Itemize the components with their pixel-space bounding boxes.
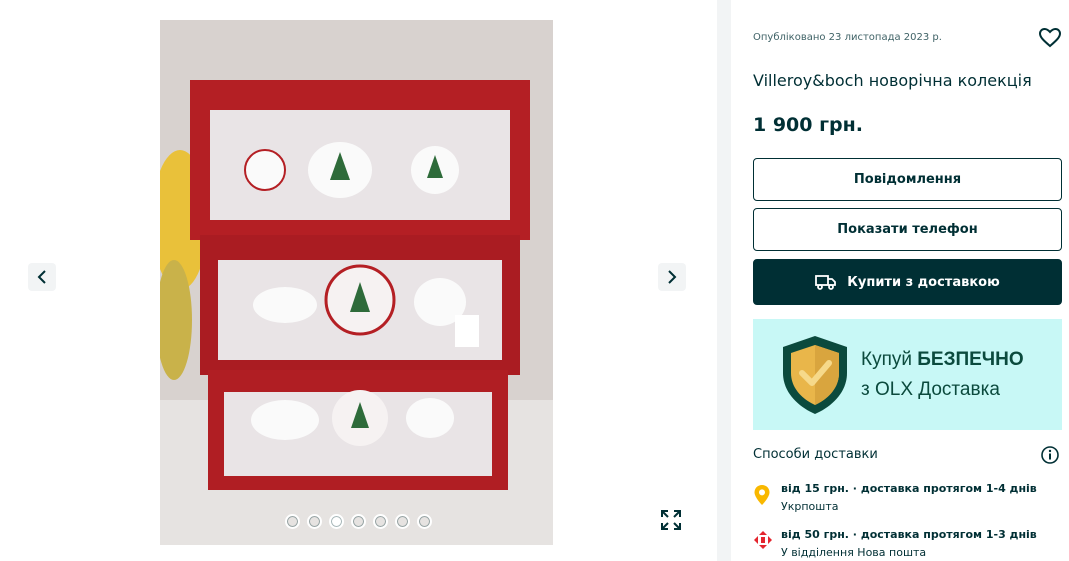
next-photo-button[interactable] bbox=[658, 263, 686, 291]
product-photo-illustration bbox=[160, 20, 553, 545]
favorite-button[interactable] bbox=[1038, 27, 1062, 52]
buy-with-delivery-button[interactable]: Купити з доставкою bbox=[753, 259, 1062, 305]
safe-delivery-text: Купуй БЕЗПЕЧНО з OLX Доставка bbox=[861, 345, 1024, 405]
photo-pagination bbox=[285, 514, 432, 529]
delivery-methods-heading: Способи доставки bbox=[753, 447, 878, 462]
delivery-option-main: від 50 грн. · доставка протягом 1-3 днів bbox=[781, 528, 1037, 541]
photo-dot[interactable] bbox=[285, 514, 300, 529]
banner-prefix: Купуй bbox=[861, 349, 918, 370]
photo-dot[interactable] bbox=[373, 514, 388, 529]
safe-delivery-banner[interactable]: Купуй БЕЗПЕЧНО з OLX Доставка bbox=[753, 319, 1062, 430]
shield-check-icon bbox=[783, 336, 847, 414]
delivery-option-sub: Укрпошта bbox=[781, 500, 839, 513]
banner-bold: БЕЗПЕЧНО bbox=[917, 349, 1024, 370]
chevron-right-icon bbox=[668, 270, 677, 284]
photo-dot[interactable] bbox=[351, 514, 366, 529]
buy-with-delivery-label: Купити з доставкою bbox=[847, 274, 1000, 290]
photo-gallery bbox=[0, 0, 717, 561]
photo-dot[interactable] bbox=[417, 514, 432, 529]
info-icon bbox=[1041, 446, 1059, 464]
message-button-label: Повідомлення bbox=[853, 172, 962, 187]
photo-dot[interactable] bbox=[307, 514, 322, 529]
heart-icon bbox=[1038, 27, 1062, 48]
banner-line2: з OLX Доставка bbox=[861, 379, 1000, 400]
ukrposhta-icon bbox=[754, 485, 770, 505]
column-divider bbox=[717, 0, 731, 561]
chevron-left-icon bbox=[37, 270, 46, 284]
published-date: Опубліковано 23 листопада 2023 р. bbox=[753, 32, 942, 43]
fullscreen-button[interactable] bbox=[657, 505, 685, 535]
ad-title: Villeroy&boch новорічна колекція bbox=[753, 71, 1032, 90]
prev-photo-button[interactable] bbox=[28, 263, 56, 291]
delivery-option-main: від 15 грн. · доставка протягом 1-4 днів bbox=[781, 482, 1037, 495]
show-phone-button-label: Показати телефон bbox=[837, 222, 978, 237]
listing-photo[interactable] bbox=[160, 20, 553, 545]
show-phone-button[interactable]: Показати телефон bbox=[753, 208, 1062, 251]
delivery-option-sub: У відділення Нова пошта bbox=[781, 546, 927, 559]
delivery-info-button[interactable] bbox=[1041, 446, 1059, 468]
truck-icon bbox=[815, 275, 837, 290]
ad-price: 1 900 грн. bbox=[753, 114, 863, 136]
photo-dot[interactable] bbox=[395, 514, 410, 529]
ad-details-panel: Опубліковано 23 листопада 2023 р. Viller… bbox=[731, 0, 1069, 561]
expand-icon bbox=[661, 510, 681, 530]
photo-dot-active[interactable] bbox=[329, 514, 344, 529]
message-button[interactable]: Повідомлення bbox=[753, 158, 1062, 201]
nova-poshta-icon bbox=[754, 531, 772, 549]
